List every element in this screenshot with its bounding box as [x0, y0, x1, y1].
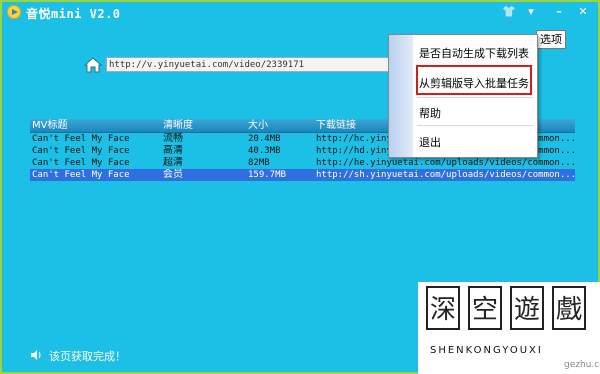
- cell-size: 82MB: [248, 158, 270, 168]
- column-header-quality[interactable]: 清晰度: [161, 119, 193, 132]
- cell-title: Can't Feel My Face: [32, 134, 130, 144]
- cell-link: http://he.yinyuetai.com/uploads/videos/c…: [316, 158, 575, 168]
- cell-quality: 会员: [163, 169, 183, 180]
- minimize-button[interactable]: –: [550, 4, 568, 20]
- options-dropdown-menu: 是否自动生成下载列表 从剪辑版导入批量任务 帮助 退出: [388, 34, 538, 158]
- cell-quality: 超清: [163, 157, 183, 168]
- watermark-char: 戲: [552, 286, 586, 330]
- cell-title: Can't Feel My Face: [32, 170, 130, 180]
- table-row[interactable]: Can't Feel My Face 超清 82MB http://he.yin…: [30, 157, 575, 169]
- title-bar: 音悦mini V2.0 👕 ▾ – ✕: [2, 2, 598, 24]
- column-header-size[interactable]: 大小: [246, 119, 268, 132]
- menu-dropdown-icon[interactable]: ▾: [522, 4, 540, 20]
- watermark-subtitle: SHENKONGYOUXI: [430, 345, 543, 356]
- menu-item-exit[interactable]: 退出: [419, 134, 441, 150]
- cell-title: Can't Feel My Face: [32, 158, 130, 168]
- watermark-char: 遊: [510, 286, 544, 330]
- window-title: 音悦mini V2.0: [26, 7, 121, 21]
- watermark: 深 空 遊 戲 SHENKONGYOUXI gezhu.com: [418, 282, 600, 374]
- highlight-annotation: [416, 65, 532, 95]
- status-message: 该页获取完成！: [49, 350, 126, 363]
- close-button[interactable]: ✕: [574, 4, 592, 20]
- options-menu-button[interactable]: 选项: [536, 30, 566, 49]
- cell-size: 20.4MB: [248, 134, 281, 144]
- watermark-char: 空: [468, 286, 502, 330]
- cell-link: http://sh.yinyuetai.com/uploads/videos/c…: [316, 170, 575, 180]
- app-logo-icon: [7, 5, 21, 19]
- column-header-title[interactable]: MV标题: [30, 119, 67, 132]
- cell-size: 40.3MB: [248, 146, 281, 156]
- watermark-char: 深: [426, 286, 460, 330]
- menu-divider: [417, 125, 533, 126]
- menu-item-auto-generate-list[interactable]: 是否自动生成下载列表: [419, 45, 529, 61]
- watermark-url: gezhu.com: [564, 360, 600, 370]
- menu-item-help[interactable]: 帮助: [419, 105, 441, 121]
- menu-divider: [417, 97, 533, 98]
- cell-quality: 高清: [163, 145, 183, 156]
- cell-quality: 流畅: [163, 133, 183, 144]
- speaker-icon: [31, 350, 41, 360]
- cell-size: 159.7MB: [248, 170, 286, 180]
- cell-title: Can't Feel My Face: [32, 146, 130, 156]
- table-row-selected[interactable]: Can't Feel My Face 会员 159.7MB http://sh.…: [30, 169, 575, 181]
- column-header-link[interactable]: 下载链接: [314, 119, 356, 132]
- skin-icon[interactable]: 👕: [500, 4, 518, 20]
- home-icon[interactable]: [84, 57, 102, 73]
- menu-icon-stripe: [389, 35, 413, 157]
